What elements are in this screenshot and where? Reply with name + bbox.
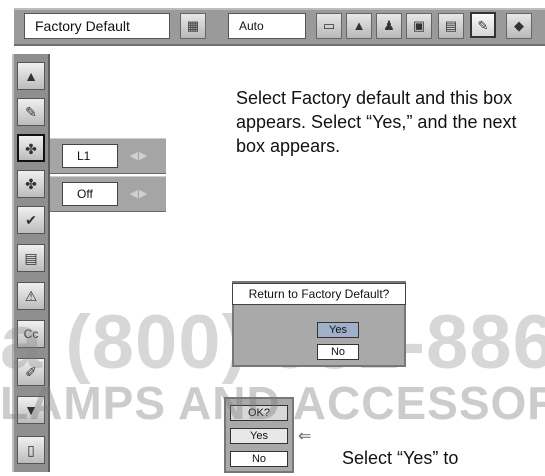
dialog-yes-button[interactable]: Yes	[317, 322, 359, 338]
image-icon[interactable]: ▦	[180, 13, 206, 39]
dialog-no-button[interactable]: No	[317, 344, 359, 360]
fan-control-arrows-icon[interactable]: ◀▶	[122, 182, 156, 206]
instruction-text-top: Select Factory default and this box appe…	[236, 88, 517, 156]
wrench-icon[interactable]: ♟	[376, 13, 402, 39]
wrench-tool-icon[interactable]: ✎	[17, 98, 45, 126]
exit-icon[interactable]: ◆	[506, 13, 532, 39]
info-icon[interactable]: ▤	[438, 13, 464, 39]
door-exit-icon[interactable]: ▯	[17, 436, 45, 464]
mode-value-field[interactable]: Auto	[228, 13, 306, 39]
lamp-icon[interactable]: ▭	[316, 13, 342, 39]
instruction-text-bottom: Select “Yes” to	[342, 448, 459, 468]
monitor-icon[interactable]: ▣	[406, 13, 432, 39]
watermark-brand: LAMPS AND ACCESSORIES	[0, 377, 545, 429]
arrow-up-icon[interactable]: ▲	[17, 62, 45, 90]
menu-title-field: Factory Default	[24, 13, 170, 39]
fan-speed-arrows-icon[interactable]: ◀▶	[122, 144, 156, 168]
confirm-yes-button[interactable]: Yes	[230, 428, 288, 444]
edit-icon[interactable]: ▤	[17, 244, 45, 272]
check-icon[interactable]: ✔	[17, 206, 45, 234]
pencil-icon[interactable]: ✎	[470, 12, 496, 38]
fan-speed-icon[interactable]: ✤	[17, 134, 45, 162]
pointer-arrow-icon: ⇐	[298, 428, 312, 445]
fan-control-icon[interactable]: ✤	[17, 170, 45, 198]
fan-speed-value[interactable]: L1	[62, 144, 118, 168]
fan-icon[interactable]: ▲	[346, 13, 372, 39]
fan-control-value[interactable]: Off	[62, 182, 118, 206]
confirm-no-button[interactable]: No	[230, 451, 288, 467]
dialog-title: Return to Factory Default?	[232, 283, 406, 305]
